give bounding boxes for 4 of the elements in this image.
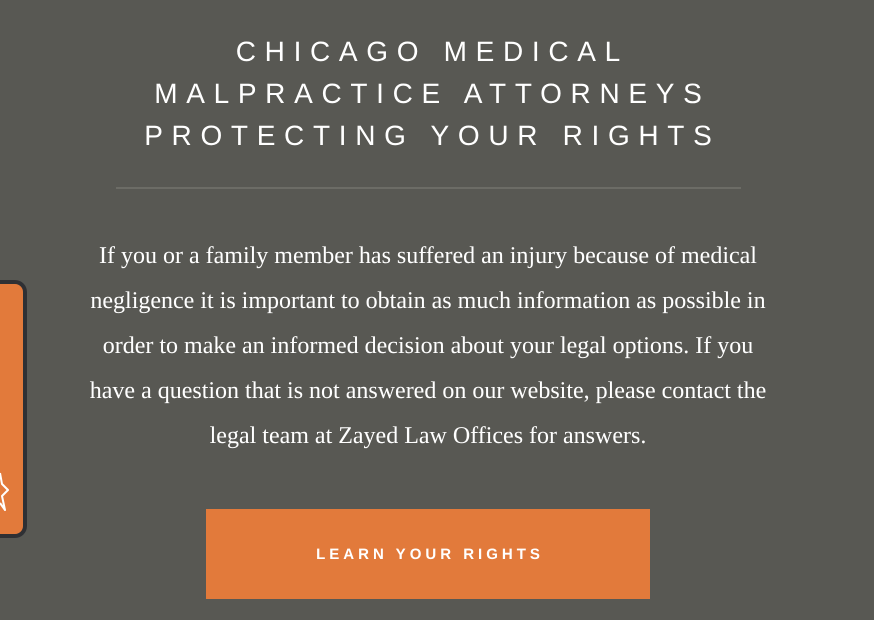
learn-rights-button[interactable]: LEARN YOUR RIGHTS <box>206 509 650 599</box>
side-tab[interactable] <box>0 280 27 538</box>
intro-paragraph: If you or a family member has suffered an injury because of medical negligence it is important to obtain as much information as possible in order to make an informed decision about your legal options. If you have a question that is not answered on our website, please contact the legal team at Zayed Law Offices for answers. <box>88 242 768 451</box>
page-heading: CHICAGO MEDICAL MALPRACTICE ATTORNEYS PROTECTING YOUR RIGHTS <box>143 35 720 153</box>
